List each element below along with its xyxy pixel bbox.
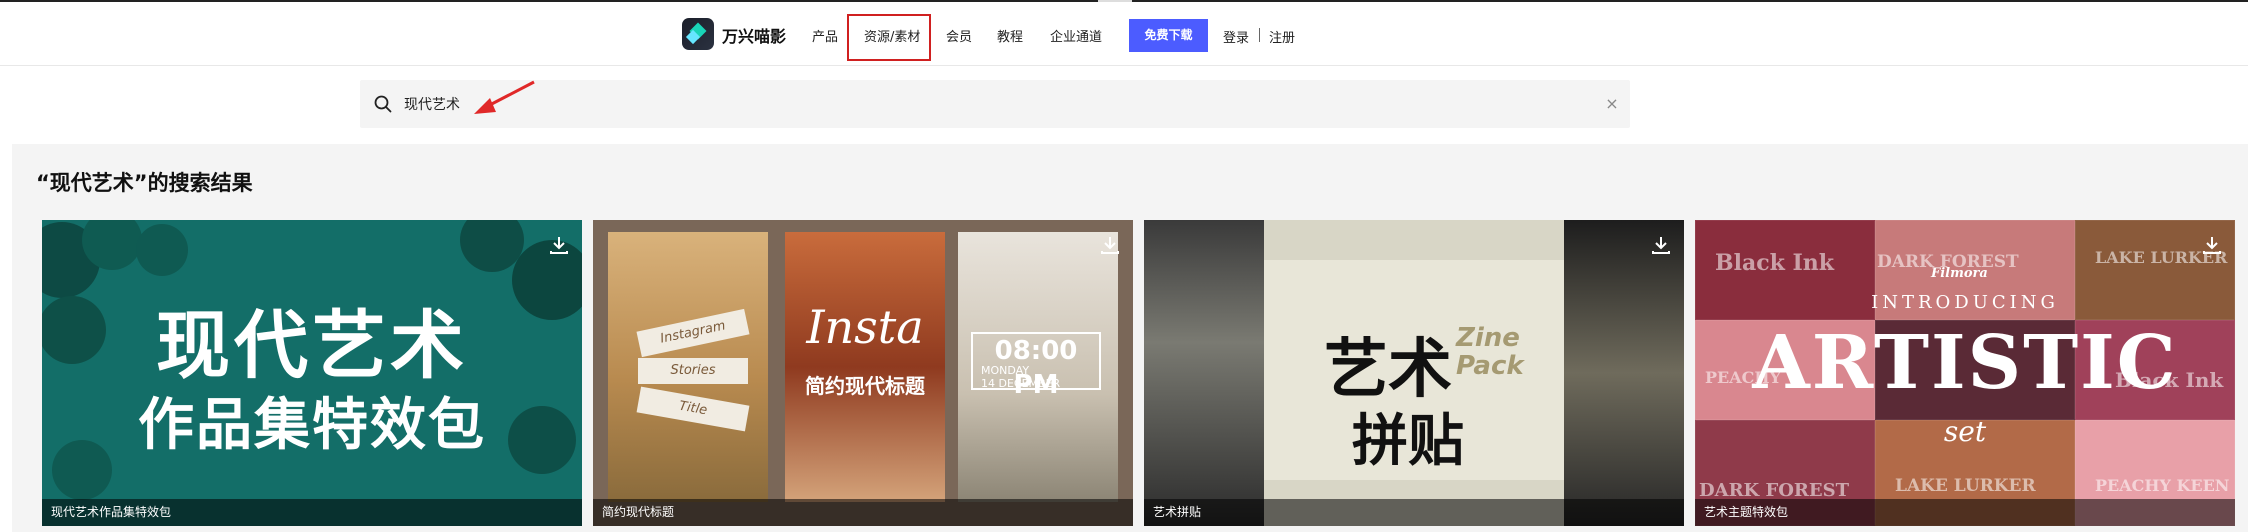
site-header: 万兴喵影 产品 资源/素材 会员 教程 企业通道 免费下载 登录 注册 (0, 2, 2248, 66)
card-art-line1: 现代艺术 (156, 303, 468, 389)
card-tile-label: DARK FOREST (1699, 480, 1849, 501)
card-tile-label: LAKE LURKER (1895, 476, 2036, 496)
results-title: “现代艺术”的搜索结果 (36, 171, 253, 195)
result-card-art-collage[interactable]: 艺术 拼贴 Zine Pack 艺术拼贴 (1144, 220, 1684, 526)
card-tile-label: Black Ink (1715, 250, 1835, 276)
card-panel-canyon (785, 232, 945, 502)
card-caption: 现代艺术作品集特效包 (42, 499, 582, 526)
free-download-button[interactable]: 免费下载 (1129, 19, 1208, 52)
clear-search-icon[interactable]: × (1604, 96, 1620, 112)
card-art-date: MONDAY 14 DECEMBER (981, 364, 1061, 390)
result-card-modern-art-pack[interactable]: 现代艺术 作品集特效包 现代艺术作品集特效包 (42, 220, 582, 526)
login-register-divider (1259, 28, 1260, 42)
register-link[interactable]: 注册 (1269, 27, 1295, 46)
brand-logo-icon[interactable] (682, 18, 714, 50)
annotation-arrow-icon (474, 80, 535, 114)
download-icon[interactable] (1099, 234, 1121, 256)
card-art-title: Insta (806, 300, 924, 354)
card-tile-label: PEACHY KEEN (2095, 476, 2230, 495)
nav-item-membership[interactable]: 会员 (946, 26, 972, 45)
nav-item-products[interactable]: 产品 (812, 26, 838, 45)
login-link[interactable]: 登录 (1223, 27, 1249, 46)
card-caption: 艺术主题特效包 (1695, 499, 2235, 526)
card-art-line2: 作品集特效包 (138, 393, 486, 458)
card-photo-right (1564, 220, 1684, 526)
card-art-intro: INTRODUCING (1871, 292, 2059, 313)
download-icon[interactable] (2201, 234, 2223, 256)
card-photo-left (1144, 220, 1264, 526)
resources-highlight-box (847, 14, 931, 61)
card-art-set: set (1943, 415, 1987, 448)
result-card-simple-modern-title[interactable]: Instagram Stories Title Insta 简约现代标题 08:… (593, 220, 1133, 526)
card-art-brand: Filmora (1931, 266, 1988, 281)
card-art-subtitle: 简约现代标题 (805, 374, 925, 398)
brand-name[interactable]: 万兴喵影 (722, 23, 786, 47)
search-bar[interactable]: × (360, 80, 1630, 128)
card-ribbon-2: Stories (638, 358, 748, 384)
card-art-tag: Zine Pack (1456, 323, 1524, 381)
nav-item-tutorials[interactable]: 教程 (997, 26, 1023, 45)
search-input[interactable] (404, 94, 1554, 114)
download-icon[interactable] (1650, 234, 1672, 256)
card-art-line2: 拼贴 (1352, 409, 1464, 474)
nav-item-enterprise[interactable]: 企业通道 (1050, 26, 1102, 45)
card-art-main: ARTISTIC (1752, 320, 2178, 406)
card-caption: 简约现代标题 (593, 499, 1133, 526)
card-caption: 艺术拼贴 (1144, 499, 1684, 526)
download-icon[interactable] (548, 234, 570, 256)
result-card-artistic-pack[interactable]: Black Ink DARK FOREST LAKE LURKER PEACHY… (1695, 220, 2235, 526)
search-icon[interactable] (374, 95, 392, 113)
